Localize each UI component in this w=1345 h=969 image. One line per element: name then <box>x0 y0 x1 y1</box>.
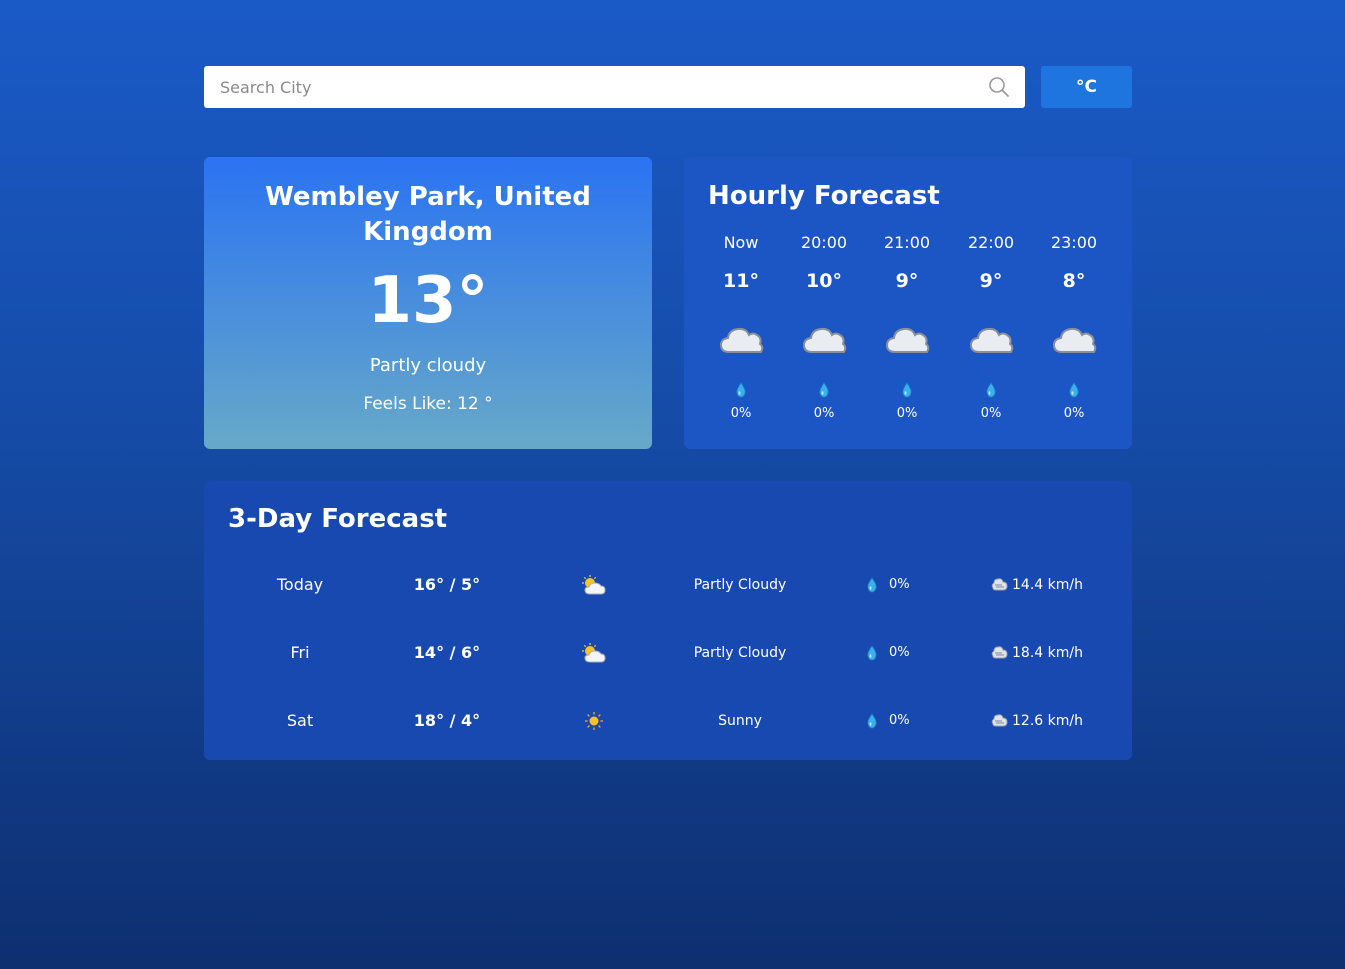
drop-icon <box>1068 382 1080 398</box>
forecast-condition: Partly Cloudy <box>693 577 787 593</box>
forecast-temperatures: 16° / 5° <box>413 575 481 594</box>
hourly-temperature: 9° <box>895 270 919 292</box>
hourly-temperature: 9° <box>979 270 1003 292</box>
hourly-forecast-title: Hourly Forecast <box>708 181 940 211</box>
hourly-precipitation: 0% <box>896 406 918 421</box>
daily-forecast-title: 3-Day Forecast <box>228 504 448 534</box>
forecast-row: Fri 14° / 6° Partly Cloudy 0% 18.4 km/h <box>204 638 1132 668</box>
hourly-time: Now <box>723 233 759 252</box>
cloud-icon <box>967 321 1015 357</box>
drop-icon <box>901 382 913 398</box>
hourly-precipitation: 0% <box>1063 406 1085 421</box>
forecast-temperatures: 14° / 6° <box>413 643 481 662</box>
drop-icon <box>867 577 877 593</box>
forecast-precipitation-value: 0% <box>889 577 910 592</box>
hourly-precipitation: 0% <box>813 406 835 421</box>
forecast-precipitation-value: 0% <box>889 645 910 660</box>
current-temperature: 13° <box>367 264 489 338</box>
sun-icon <box>581 710 607 732</box>
hourly-time: 22:00 <box>967 233 1015 252</box>
drop-icon <box>818 382 830 398</box>
hourly-time: 23:00 <box>1050 233 1098 252</box>
forecast-temperatures: 18° / 4° <box>413 711 481 730</box>
forecast-day: Today <box>276 575 324 594</box>
search-input[interactable] <box>218 66 982 108</box>
forecast-day: Sat <box>286 711 314 730</box>
wind-icon <box>991 646 1008 659</box>
forecast-condition: Sunny <box>718 713 762 729</box>
daily-forecast-card: 3-Day Forecast Today 16° / 5° Partly Cloud… <box>204 481 1132 760</box>
city-name: Wembley Park, United Kingdom <box>265 182 591 247</box>
partly-cloudy-icon <box>581 574 607 596</box>
search-box[interactable] <box>204 66 1025 108</box>
forecast-row: Sat 18° / 4° Sunny 0% 12.6 km/h <box>204 706 1132 736</box>
drop-icon <box>735 382 747 398</box>
current-condition: Partly cloudy <box>369 355 487 376</box>
hourly-forecast-card: Hourly Forecast Now 11° 0% 20:00 10° 0% 21:00 9… <box>684 157 1132 449</box>
cloud-icon <box>1050 321 1098 357</box>
wind-icon <box>991 578 1008 591</box>
hourly-precipitation: 0% <box>980 406 1002 421</box>
hourly-temperature: 10° <box>806 270 842 292</box>
hourly-time: 21:00 <box>883 233 931 252</box>
current-weather-card: Wembley Park, United Kingdom 13° Partly … <box>204 157 652 449</box>
search-bar: °C <box>204 66 1132 108</box>
forecast-row: Today 16° / 5° Partly Cloudy 0% 14.4 km/h <box>204 570 1132 600</box>
forecast-precipitation-value: 0% <box>889 713 910 728</box>
forecast-wind-value: 14.4 km/h <box>1012 577 1083 593</box>
forecast-condition: Partly Cloudy <box>693 645 787 661</box>
drop-icon <box>985 382 997 398</box>
unit-toggle-button[interactable]: °C <box>1041 66 1132 108</box>
hourly-temperature: 11° <box>723 270 759 292</box>
forecast-wind-value: 18.4 km/h <box>1012 645 1083 661</box>
drop-icon <box>867 645 877 661</box>
partly-cloudy-icon <box>581 642 607 664</box>
forecast-day: Fri <box>290 643 310 662</box>
hourly-time: 20:00 <box>800 233 848 252</box>
feels-like: Feels Like: 12 ° <box>363 394 493 414</box>
drop-icon <box>867 713 877 729</box>
hourly-temperature: 8° <box>1062 270 1086 292</box>
forecast-wind-value: 12.6 km/h <box>1012 713 1083 729</box>
cloud-icon <box>800 321 848 357</box>
cloud-icon <box>883 321 931 357</box>
search-icon[interactable] <box>987 75 1011 99</box>
wind-icon <box>991 714 1008 727</box>
hourly-precipitation: 0% <box>730 406 752 421</box>
cloud-icon <box>717 321 765 357</box>
